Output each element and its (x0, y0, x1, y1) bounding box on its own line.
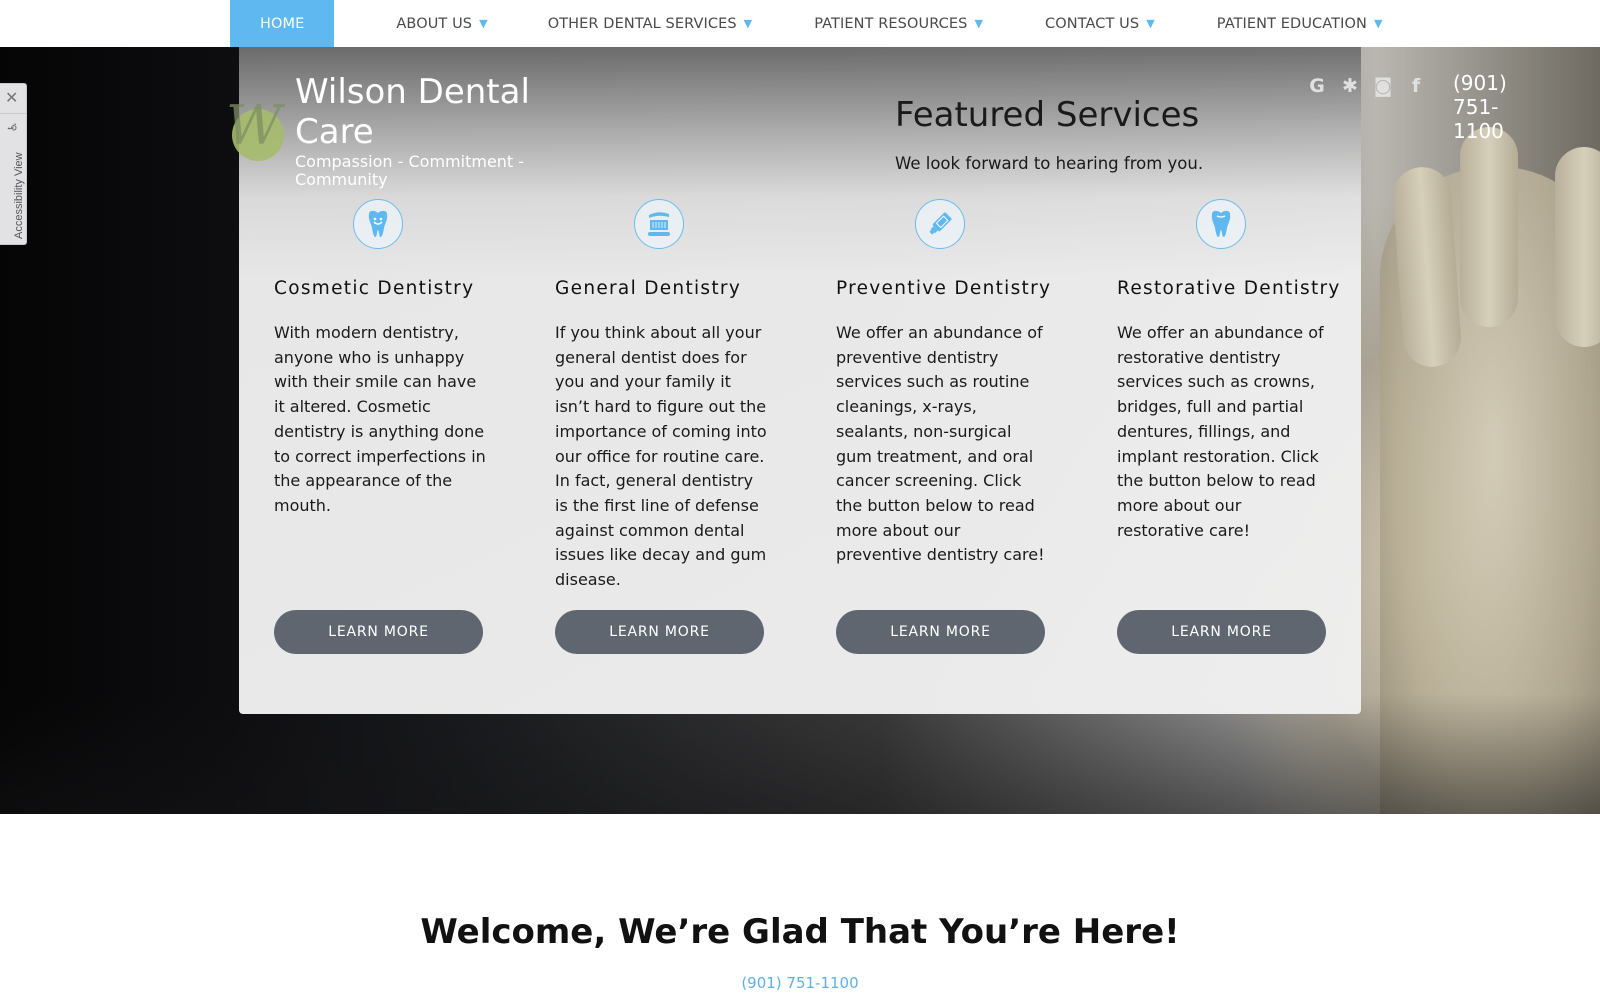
learn-more-restorative-button[interactable]: LEARN MORE (1117, 610, 1326, 654)
learn-more-preventive-button[interactable]: LEARN MORE (836, 610, 1045, 654)
nav-item-label: CONTACT US (1045, 15, 1140, 32)
brand-tagline: Compassion - Commitment - Community (295, 152, 525, 189)
dropdown-caret-icon: ▼ (974, 17, 984, 30)
nav-item-label: ABOUT US (396, 15, 473, 32)
service-title: Cosmetic Dentistry (274, 278, 475, 299)
background-finger (1555, 147, 1600, 347)
service-title: Preventive Dentistry (836, 278, 1052, 299)
nav-item-patient-resources[interactable]: PATIENT RESOURCES ▼ (784, 0, 1015, 47)
nav-item-label: OTHER DENTAL SERVICES (547, 15, 737, 32)
learn-more-general-button[interactable]: LEARN MORE (555, 610, 764, 654)
nav-item-label: HOME (260, 15, 305, 32)
accessibility-view-tab[interactable]: ✕ ♿ Accessibility View (0, 83, 27, 245)
dropdown-caret-icon: ▼ (743, 17, 753, 30)
nav-item-label: PATIENT RESOURCES (814, 15, 968, 32)
accessibility-view-label[interactable]: Accessibility View (13, 152, 25, 239)
close-icon[interactable]: ✕ (5, 88, 18, 107)
facebook-icon[interactable]: f (1406, 75, 1426, 97)
nav-item-other-dental-services[interactable]: OTHER DENTAL SERVICES ▼ (518, 0, 785, 47)
social-links: G ✱ ◙ f (1307, 75, 1426, 97)
tooth-icon (1196, 199, 1246, 249)
dropdown-caret-icon: ▼ (479, 17, 488, 30)
nav-item-home[interactable]: HOME (230, 0, 335, 47)
service-description: We offer an abundance of preventive dent… (836, 323, 1045, 565)
featured-services-subtitle: We look forward to hearing from you. (895, 154, 1204, 173)
service-description: If you think about all your general dent… (555, 323, 767, 590)
toothpaste-icon (915, 199, 965, 249)
welcome-heading: Welcome, We’re Glad That You’re Here! (420, 912, 1180, 952)
divider (0, 113, 26, 114)
service-description: We offer an abundance of restorative den… (1117, 323, 1324, 540)
learn-more-cosmetic-button[interactable]: LEARN MORE (274, 610, 483, 654)
wheelchair-icon: ♿ (5, 121, 20, 133)
nav-menu: HOME ABOUT US ▼ OTHER DENTAL SERVICES ▼ … (230, 0, 1383, 47)
dropdown-caret-icon: ▼ (1373, 17, 1383, 30)
smiling-tooth-icon (353, 199, 403, 249)
nav-item-about-us[interactable]: ABOUT US ▼ (334, 0, 517, 47)
nav-item-contact-us[interactable]: CONTACT US ▼ (1015, 0, 1187, 47)
google-icon[interactable]: G (1307, 75, 1327, 97)
featured-services-title: Featured Services (895, 95, 1200, 135)
service-title: General Dentistry (555, 278, 742, 299)
top-navigation: HOME ABOUT US ▼ OTHER DENTAL SERVICES ▼ … (0, 0, 1600, 47)
brand-title[interactable]: Wilson Dental Care (295, 72, 555, 152)
hero-section: G ✱ ◙ f (901) 751-1100 Featured Services… (0, 47, 1600, 814)
nav-item-label: PATIENT EDUCATION (1216, 15, 1367, 32)
service-title: Restorative Dentistry (1117, 278, 1341, 299)
logo-letter: W (226, 94, 282, 157)
instagram-icon[interactable]: ◙ (1373, 75, 1393, 97)
service-description: With modern dentistry, anyone who is unh… (274, 323, 486, 515)
yelp-icon[interactable]: ✱ (1340, 75, 1360, 97)
dropdown-caret-icon: ▼ (1146, 17, 1155, 30)
header-phone-link[interactable]: (901) 751-1100 (1453, 71, 1507, 143)
welcome-phone-link[interactable]: (901) 751-1100 (0, 974, 1600, 992)
background-finger (1460, 127, 1518, 327)
nav-item-patient-education[interactable]: PATIENT EDUCATION ▼ (1187, 0, 1383, 47)
toothbrush-icon (634, 199, 684, 249)
